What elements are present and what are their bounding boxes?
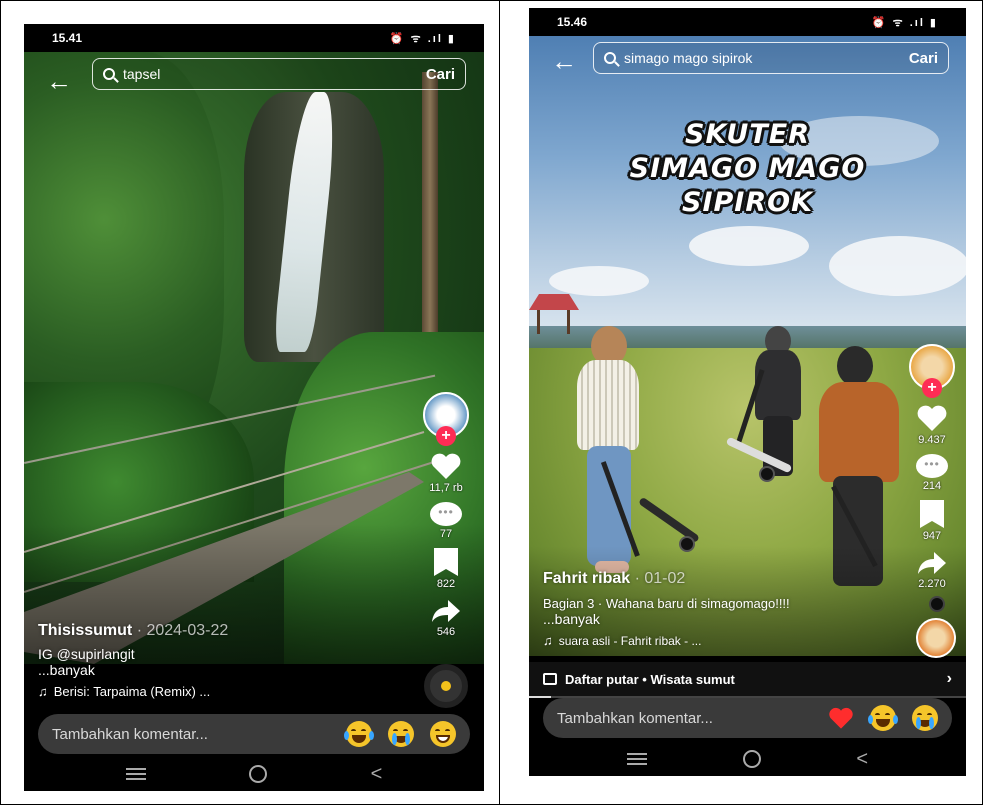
- search-button[interactable]: Cari: [909, 50, 938, 67]
- recent-apps-icon[interactable]: [626, 753, 647, 765]
- author-name[interactable]: Fahrit ribak: [543, 570, 630, 587]
- search-icon: [103, 68, 115, 80]
- status-bar: 15.41 ⏰ ᯤ .ıl ▮: [24, 24, 484, 52]
- home-icon[interactable]: [742, 750, 761, 768]
- comment-bar[interactable]: Tambahkan komentar...: [543, 698, 952, 738]
- nav-back-icon[interactable]: <: [856, 748, 868, 771]
- share-button[interactable]: 2.270: [916, 550, 948, 590]
- post-date: · 2024-03-22: [136, 622, 229, 639]
- phone-screen-right: 15.46 ⏰ ᯤ .ıl ▮ SKUTER SIMAGO MAGO SIPIR…: [529, 8, 966, 776]
- save-button[interactable]: 947: [920, 500, 944, 542]
- search-bar[interactable]: simago mago sipirok Cari: [593, 42, 949, 74]
- follow-plus-icon[interactable]: +: [436, 426, 456, 446]
- search-input[interactable]: tapsel: [123, 66, 426, 82]
- comment-input[interactable]: Tambahkan komentar...: [557, 710, 828, 727]
- search-bar[interactable]: tapsel Cari: [92, 58, 466, 90]
- save-count: 947: [922, 530, 942, 542]
- comment-count: 214: [922, 480, 942, 492]
- comment-button[interactable]: 214: [916, 454, 948, 492]
- share-count: 2.270: [918, 578, 946, 590]
- title-line-3: SIPIROK: [682, 187, 813, 218]
- heart-icon: [431, 453, 461, 479]
- caption-text: IG @supirlangit: [38, 646, 135, 662]
- laughing-emoji-icon[interactable]: [344, 721, 374, 747]
- author-name[interactable]: Thisissumut: [38, 622, 132, 639]
- like-button[interactable]: 9.437: [916, 404, 948, 446]
- follow-plus-icon[interactable]: +: [922, 378, 942, 398]
- heart-icon: [917, 405, 947, 431]
- status-icons: ⏰ ᯤ .ıl ▮: [871, 16, 938, 29]
- like-button[interactable]: 11,7 rb: [429, 452, 463, 494]
- music-note-icon: ♫: [38, 684, 48, 699]
- panel-divider: [499, 0, 500, 805]
- video-player[interactable]: [24, 52, 484, 664]
- comment-button[interactable]: 77: [430, 502, 462, 540]
- share-icon: [918, 552, 946, 574]
- status-bar: 15.46 ⏰ ᯤ .ıl ▮: [529, 8, 966, 36]
- crying-emoji-icon[interactable]: [912, 705, 938, 731]
- nav-back-icon[interactable]: <: [371, 763, 383, 786]
- caption-more-link[interactable]: ...banyak: [38, 662, 438, 678]
- comment-icon: [916, 454, 948, 478]
- laughing-emoji-icon[interactable]: [868, 705, 898, 731]
- bookmark-icon: [920, 500, 944, 528]
- like-count: 9.437: [918, 434, 946, 446]
- comment-count: 77: [439, 528, 453, 540]
- music-info[interactable]: ♫ Berisi: Tarpaima (Remix) ...: [38, 684, 438, 699]
- caption-text: Bagian 3 · Wahana baru di simagomago!!!!: [543, 596, 790, 611]
- share-icon: [432, 600, 460, 622]
- music-title: suara asli - Fahrit ribak - ...: [558, 633, 702, 648]
- video-title-overlay: SKUTER SIMAGO MAGO SIPIROK: [529, 118, 966, 220]
- action-rail: + 11,7 rb 77 822 546: [416, 392, 476, 646]
- back-arrow-icon[interactable]: ←: [46, 66, 72, 97]
- status-icons: ⏰ ᯤ .ıl ▮: [389, 32, 456, 45]
- video-caption: Thisissumut · 2024-03-22 IG @supirlangit…: [38, 622, 438, 699]
- search-icon: [604, 52, 616, 64]
- title-line-2: SIMAGO MAGO: [629, 153, 866, 184]
- save-count: 822: [436, 578, 456, 590]
- red-heart-emoji-icon[interactable]: [828, 706, 854, 730]
- playlist-label: Daftar putar • Wisata sumut: [565, 671, 735, 687]
- creator-avatar[interactable]: +: [423, 392, 469, 446]
- grinning-emoji-icon[interactable]: [430, 721, 456, 747]
- sound-avatar-icon[interactable]: [916, 618, 956, 658]
- video-caption: Fahrit ribak · 01-02 Bagian 3 · Wahana b…: [543, 570, 903, 648]
- caption-more-link[interactable]: ...banyak: [543, 611, 903, 627]
- search-button[interactable]: Cari: [426, 66, 455, 83]
- music-disc-icon[interactable]: [424, 664, 468, 708]
- music-title: Berisi: Tarpaima (Remix) ...: [53, 684, 211, 699]
- back-arrow-icon[interactable]: ←: [551, 46, 577, 77]
- video-player[interactable]: SKUTER SIMAGO MAGO SIPIROK: [529, 36, 966, 656]
- playlist-icon: [543, 673, 557, 685]
- music-note-icon: ♫: [543, 633, 553, 648]
- chevron-right-icon: ›: [946, 670, 952, 687]
- crying-emoji-icon[interactable]: [388, 721, 414, 747]
- save-button[interactable]: 822: [434, 548, 458, 590]
- android-nav-bar: <: [529, 742, 966, 776]
- playlist-bar[interactable]: Daftar putar • Wisata sumut ›: [529, 662, 966, 696]
- status-time: 15.46: [557, 15, 588, 29]
- music-info[interactable]: ♫ suara asli - Fahrit ribak - ...: [543, 633, 903, 648]
- home-icon[interactable]: [249, 765, 268, 783]
- comment-icon: [430, 502, 462, 526]
- creator-avatar[interactable]: +: [909, 344, 955, 398]
- like-count: 11,7 rb: [429, 482, 463, 494]
- bookmark-icon: [434, 548, 458, 576]
- search-input[interactable]: simago mago sipirok: [624, 50, 909, 66]
- comment-bar[interactable]: Tambahkan komentar...: [38, 714, 470, 754]
- comment-input[interactable]: Tambahkan komentar...: [52, 726, 330, 743]
- gazebo-scene: [529, 294, 579, 334]
- recent-apps-icon[interactable]: [125, 768, 146, 780]
- title-line-1: SKUTER: [685, 119, 810, 150]
- status-time: 15.41: [52, 31, 83, 45]
- post-date: · 01-02: [634, 570, 686, 587]
- action-rail: + 9.437 214 947 2.270: [902, 344, 962, 598]
- phone-screen-left: 15.41 ⏰ ᯤ .ıl ▮ ← tapsel Cari + 11,7 rb: [24, 24, 484, 791]
- android-nav-bar: <: [24, 757, 484, 791]
- share-count: 546: [436, 626, 456, 638]
